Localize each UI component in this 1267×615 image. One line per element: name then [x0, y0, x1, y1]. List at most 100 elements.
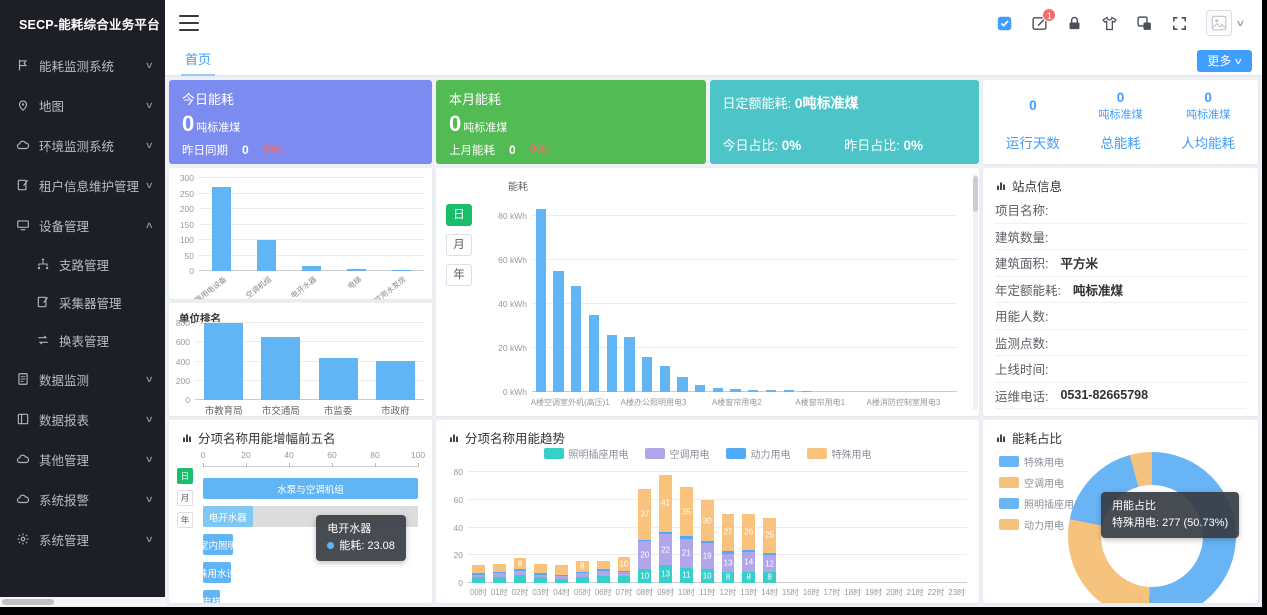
- bar[interactable]: [212, 187, 231, 271]
- sidebar-item-meter-swap-mgmt[interactable]: 换表管理: [0, 321, 165, 359]
- sidebar-scrollbar[interactable]: [0, 597, 165, 607]
- bar[interactable]: [319, 358, 358, 400]
- bar[interactable]: [748, 390, 758, 392]
- legend-item[interactable]: 动力用电: [726, 446, 791, 461]
- bar[interactable]: [553, 271, 563, 392]
- tab-bar: 首页 更多 ∨: [165, 46, 1262, 76]
- theme-color-icon[interactable]: [996, 15, 1013, 32]
- bar[interactable]: [571, 286, 581, 392]
- bar[interactable]: 电梯: [203, 590, 220, 603]
- stacked-bar[interactable]: 8: [514, 558, 527, 583]
- period-tab-年[interactable]: 年: [177, 512, 193, 528]
- layers-icon[interactable]: [1136, 15, 1153, 32]
- stacked-bar[interactable]: [597, 561, 610, 583]
- avatar[interactable]: [1206, 10, 1232, 36]
- legend-item[interactable]: 特殊用电: [999, 454, 1084, 469]
- bar[interactable]: [536, 209, 546, 392]
- bar[interactable]: [302, 266, 321, 271]
- sidebar-item-data-report[interactable]: 数据报表∨: [0, 399, 165, 439]
- bar-segment: 30: [701, 500, 714, 542]
- sidebar-scrollbar-thumb[interactable]: [2, 599, 54, 605]
- stacked-bar[interactable]: 81426: [742, 514, 755, 583]
- sidebar-item-label: 地图: [39, 96, 146, 115]
- theme-icon[interactable]: [1101, 15, 1118, 32]
- lock-icon[interactable]: [1066, 15, 1083, 32]
- bar[interactable]: [589, 315, 599, 392]
- site-info-label: 监测点数:: [995, 333, 1048, 352]
- bar[interactable]: [766, 390, 776, 392]
- stacked-bar[interactable]: 101930: [701, 500, 714, 583]
- sidebar-item-branch-mgmt[interactable]: 支路管理: [0, 245, 165, 283]
- period-tab-月[interactable]: 月: [177, 490, 193, 506]
- legend-item[interactable]: 特殊用电: [807, 446, 872, 461]
- legend-item[interactable]: 空调用电: [999, 475, 1084, 490]
- period-tab-月[interactable]: 月: [446, 234, 472, 256]
- bar[interactable]: [376, 361, 415, 400]
- hamburger-menu-icon[interactable]: [179, 15, 199, 31]
- bar-segment: [597, 576, 610, 583]
- bar-slot: 11213510时: [676, 472, 697, 583]
- stacked-bar[interactable]: 102037: [638, 489, 651, 583]
- period-tab-年[interactable]: 年: [446, 264, 472, 286]
- sidebar-item-tenant-info[interactable]: 租户信息维护管理∨: [0, 165, 165, 205]
- bar[interactable]: [204, 323, 243, 400]
- bar[interactable]: [392, 270, 411, 271]
- fullscreen-icon[interactable]: [1171, 15, 1188, 32]
- message-icon[interactable]: 1: [1031, 15, 1048, 32]
- chart-scrollbar-thumb[interactable]: [973, 176, 978, 212]
- bar[interactable]: [261, 337, 300, 400]
- chevron-down-icon: ∨: [1234, 50, 1244, 72]
- period-tab-日[interactable]: 日: [177, 468, 193, 484]
- stacked-bar[interactable]: 81225: [763, 518, 776, 583]
- bar-slot: 15时: [780, 472, 801, 583]
- stacked-bar[interactable]: [493, 564, 506, 583]
- x-tick-label: 04时: [553, 587, 570, 598]
- more-button[interactable]: 更多 ∨: [1197, 50, 1252, 72]
- stacked-bar[interactable]: 112135: [680, 487, 693, 583]
- stacked-bar[interactable]: 132241: [659, 475, 672, 583]
- sidebar-item-other-mgmt[interactable]: 其他管理∨: [0, 439, 165, 479]
- sidebar-item-energy-monitor[interactable]: 能耗监测系统∨: [0, 45, 165, 85]
- bar[interactable]: [713, 388, 723, 392]
- x-tick: [246, 463, 247, 467]
- stacked-bar[interactable]: [472, 565, 485, 583]
- bar[interactable]: [784, 390, 794, 392]
- sidebar-item-data-monitor[interactable]: 数据监测∨: [0, 359, 165, 399]
- legend-item[interactable]: 照明插座用电: [544, 446, 629, 461]
- sidebar-item-label: 系统管理: [39, 530, 146, 549]
- bar[interactable]: 特殊用水设备: [203, 562, 231, 583]
- x-tick-label: 生活饮用水泵房: [360, 274, 408, 299]
- bar[interactable]: [347, 269, 366, 271]
- bar[interactable]: [677, 377, 687, 392]
- bar[interactable]: 室内照明: [203, 534, 233, 555]
- bar[interactable]: [730, 389, 740, 392]
- sidebar-item-collector-mgmt[interactable]: 采集器管理: [0, 283, 165, 321]
- stacked-bar[interactable]: 10: [618, 557, 631, 583]
- sidebar-item-device-mgmt[interactable]: 设备管理∧: [0, 205, 165, 245]
- sidebar-item-env-monitor[interactable]: 环境监测系统∨: [0, 125, 165, 165]
- legend-item[interactable]: 空调用电: [645, 446, 710, 461]
- bar[interactable]: 电开水器: [203, 506, 253, 527]
- chart-title: 分项名称用能趋势: [436, 420, 979, 447]
- bar[interactable]: [695, 385, 705, 392]
- stacked-bar[interactable]: [555, 565, 568, 583]
- chart-scrollbar[interactable]: [973, 174, 978, 410]
- bar[interactable]: [257, 240, 276, 271]
- bar-segment: [597, 569, 610, 570]
- user-menu[interactable]: ∨: [1206, 10, 1244, 36]
- bar[interactable]: [607, 335, 617, 392]
- bar[interactable]: [624, 337, 634, 392]
- sidebar-item-map[interactable]: 地图∨: [0, 85, 165, 125]
- bar-slot: 电梯: [334, 178, 379, 271]
- tab-home[interactable]: 首页: [181, 46, 215, 76]
- bar[interactable]: [801, 391, 811, 392]
- bar-slot: 01时: [489, 472, 510, 583]
- sidebar-item-system-mgmt[interactable]: 系统管理∨: [0, 519, 165, 559]
- sidebar-item-system-alarm[interactable]: 系统报警∨: [0, 479, 165, 519]
- stacked-bar[interactable]: 81327: [722, 514, 735, 583]
- stacked-bar[interactable]: 8: [576, 561, 589, 583]
- bar[interactable]: [660, 366, 670, 392]
- stacked-bar[interactable]: [534, 564, 547, 583]
- bar[interactable]: [642, 357, 652, 392]
- bar[interactable]: 水泵与空调机组: [203, 478, 418, 499]
